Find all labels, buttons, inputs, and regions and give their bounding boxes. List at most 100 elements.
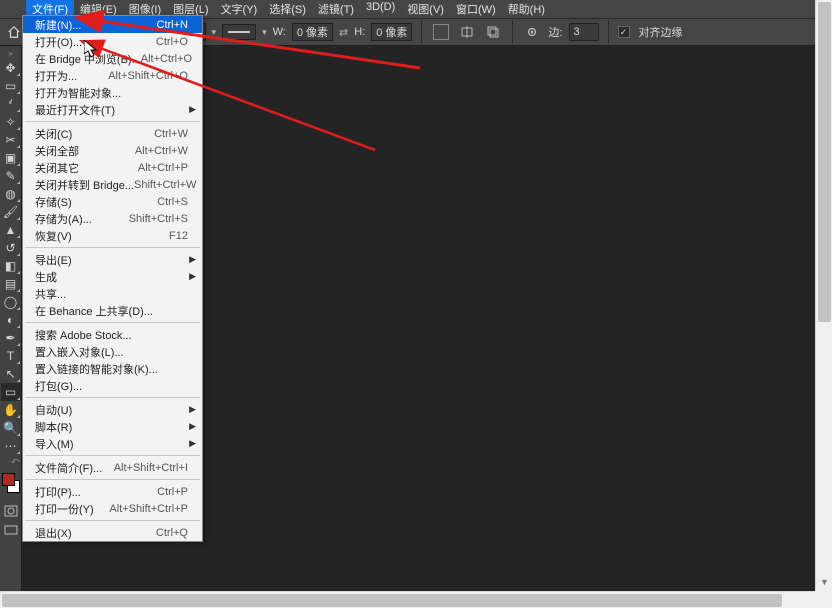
- menubar-item[interactable]: 帮助(H): [502, 0, 551, 19]
- tool-magic-wand[interactable]: ✧: [1, 113, 21, 131]
- tool-pen[interactable]: ✒: [1, 329, 21, 347]
- tool-rectangle[interactable]: ▭: [1, 383, 21, 401]
- menu-item[interactable]: 关闭并转到 Bridge...Shift+Ctrl+W: [23, 176, 202, 193]
- menu-item-label: 退出(X): [35, 525, 72, 541]
- menu-item[interactable]: 最近打开文件(T) ▶: [23, 101, 202, 118]
- menu-item[interactable]: 搜索 Adobe Stock...: [23, 326, 202, 343]
- swap-colors-icon[interactable]: ⤺: [2, 456, 20, 466]
- menu-item[interactable]: 自动(U)▶: [23, 401, 202, 418]
- menu-item[interactable]: 脚本(R)▶: [23, 418, 202, 435]
- vertical-scrollbar[interactable]: ▲ ▼: [815, 0, 832, 608]
- menu-item[interactable]: 生成▶: [23, 268, 202, 285]
- menu-item[interactable]: 置入链接的智能对象(K)...: [23, 360, 202, 377]
- menu-item[interactable]: 打开为...Alt+Shift+Ctrl+O: [23, 67, 202, 84]
- tool-lasso[interactable]: ᔊ: [1, 95, 21, 113]
- edge-field[interactable]: 3: [569, 23, 599, 41]
- vertical-scroll-thumb[interactable]: [818, 2, 831, 322]
- tool-path-select[interactable]: ↖: [1, 365, 21, 383]
- scroll-down-button[interactable]: ▼: [816, 574, 832, 591]
- menu-item-label: 文件简介(F)...: [35, 460, 102, 476]
- tool-clone[interactable]: ▲: [1, 221, 21, 239]
- menu-item-label: 导入(M): [35, 436, 74, 452]
- menu-item-label: 最近打开文件(T): [35, 102, 115, 118]
- home-icon[interactable]: [5, 23, 23, 41]
- menu-item[interactable]: 新建(N)...Ctrl+N: [23, 16, 202, 33]
- w-label: W:: [273, 26, 286, 38]
- tool-eraser[interactable]: ◧: [1, 257, 21, 275]
- submenu-arrow-icon: ▶: [189, 104, 196, 115]
- tool-eyedropper[interactable]: ✎: [1, 167, 21, 185]
- menu-item[interactable]: 退出(X)Ctrl+Q: [23, 524, 202, 541]
- menubar-item[interactable]: 3D(D): [360, 0, 401, 19]
- menu-item[interactable]: 导入(M)▶: [23, 435, 202, 452]
- gear-icon[interactable]: [522, 22, 542, 42]
- horizontal-scrollbar[interactable]: [0, 591, 832, 608]
- align-edges-checkbox[interactable]: ✓: [618, 26, 630, 38]
- stroke-style-picker[interactable]: [222, 24, 256, 40]
- tool-hand[interactable]: ✋: [1, 401, 21, 419]
- menu-item[interactable]: 存储(S) Ctrl+S: [23, 193, 202, 210]
- menubar-item[interactable]: 文字(Y): [215, 0, 264, 19]
- tool-dodge[interactable]: ◐: [1, 311, 21, 329]
- menu-item[interactable]: 打印(P)...Ctrl+P: [23, 483, 202, 500]
- tool-rect-marquee[interactable]: ▭: [1, 77, 21, 95]
- menu-item[interactable]: 共享...: [23, 285, 202, 302]
- menu-item-label: 存储(S): [35, 194, 72, 210]
- color-well[interactable]: [2, 473, 20, 493]
- align-icon[interactable]: [457, 22, 477, 42]
- menubar-item[interactable]: 窗口(W): [450, 0, 502, 19]
- menu-item-label: 打包(G)...: [35, 378, 82, 394]
- horizontal-scroll-thumb[interactable]: [2, 594, 782, 607]
- menu-item[interactable]: 打包(G)...: [23, 377, 202, 394]
- separator: [512, 21, 513, 43]
- menu-item-shortcut: Ctrl+O: [156, 36, 188, 48]
- height-field[interactable]: 0 像素: [371, 23, 412, 41]
- menu-item[interactable]: 关闭全部Alt+Ctrl+W: [23, 142, 202, 159]
- menu-item-label: 关闭全部: [35, 143, 79, 159]
- tool-type[interactable]: T: [1, 347, 21, 365]
- link-wh-icon[interactable]: ⇄: [339, 26, 348, 39]
- expand-toolbox-icon[interactable]: »: [1, 48, 21, 58]
- menu-item[interactable]: 打开为智能对象...: [23, 84, 202, 101]
- menu-item-label: 关闭(C): [35, 126, 72, 142]
- path-ops-icon[interactable]: [431, 22, 451, 42]
- quickmask-icon[interactable]: [1, 502, 21, 520]
- menu-item[interactable]: 在 Behance 上共享(D)...: [23, 302, 202, 319]
- tool-spot-heal[interactable]: ◍: [1, 185, 21, 203]
- menu-item-label: 恢复(V): [35, 228, 72, 244]
- menu-item[interactable]: 关闭(C)Ctrl+W: [23, 125, 202, 142]
- menubar-item[interactable]: 选择(S): [263, 0, 312, 19]
- menu-item[interactable]: 打开(O)...Ctrl+O: [23, 33, 202, 50]
- tool-brush[interactable]: 🖌: [1, 203, 21, 221]
- menu-item[interactable]: 打印一份(Y)Alt+Shift+Ctrl+P: [23, 500, 202, 517]
- arrange-icon[interactable]: [483, 22, 503, 42]
- menu-item[interactable]: 关闭其它Alt+Ctrl+P: [23, 159, 202, 176]
- screenmode-icon[interactable]: [1, 521, 21, 539]
- menu-item-shortcut: F12: [169, 230, 188, 242]
- tool-edit-toolbar[interactable]: ⋯: [1, 437, 21, 455]
- menu-item[interactable]: 恢复(V) F12: [23, 227, 202, 244]
- menu-divider: [25, 247, 200, 248]
- menubar-item[interactable]: 滤镜(T): [312, 0, 360, 19]
- tool-crop[interactable]: ✂: [1, 131, 21, 149]
- tool-move[interactable]: ✥: [1, 59, 21, 77]
- menubar-item[interactable]: 视图(V): [401, 0, 450, 19]
- tool-history-brush[interactable]: ↺: [1, 239, 21, 257]
- menu-item[interactable]: 导出(E)▶: [23, 251, 202, 268]
- menu-item[interactable]: 置入嵌入对象(L)...: [23, 343, 202, 360]
- submenu-arrow-icon: ▶: [189, 254, 196, 265]
- width-field[interactable]: 0 像素: [292, 23, 333, 41]
- tool-zoom[interactable]: 🔍: [1, 419, 21, 437]
- tool-blur[interactable]: ◯: [1, 293, 21, 311]
- menu-divider: [25, 397, 200, 398]
- tool-gradient[interactable]: ▤: [1, 275, 21, 293]
- menu-item[interactable]: 文件简介(F)... Alt+Shift+Ctrl+I: [23, 459, 202, 476]
- menu-item-shortcut: Shift+Ctrl+W: [134, 179, 196, 191]
- menu-divider: [25, 520, 200, 521]
- menu-item[interactable]: 在 Bridge 中浏览(B)...Alt+Ctrl+O: [23, 50, 202, 67]
- foreground-color-swatch[interactable]: [2, 473, 15, 486]
- tool-frame[interactable]: ▣: [1, 149, 21, 167]
- menu-item-shortcut: Ctrl+S: [157, 196, 188, 208]
- menu-item[interactable]: 存储为(A)...Shift+Ctrl+S: [23, 210, 202, 227]
- menu-item-shortcut: Alt+Shift+Ctrl+I: [114, 462, 188, 474]
